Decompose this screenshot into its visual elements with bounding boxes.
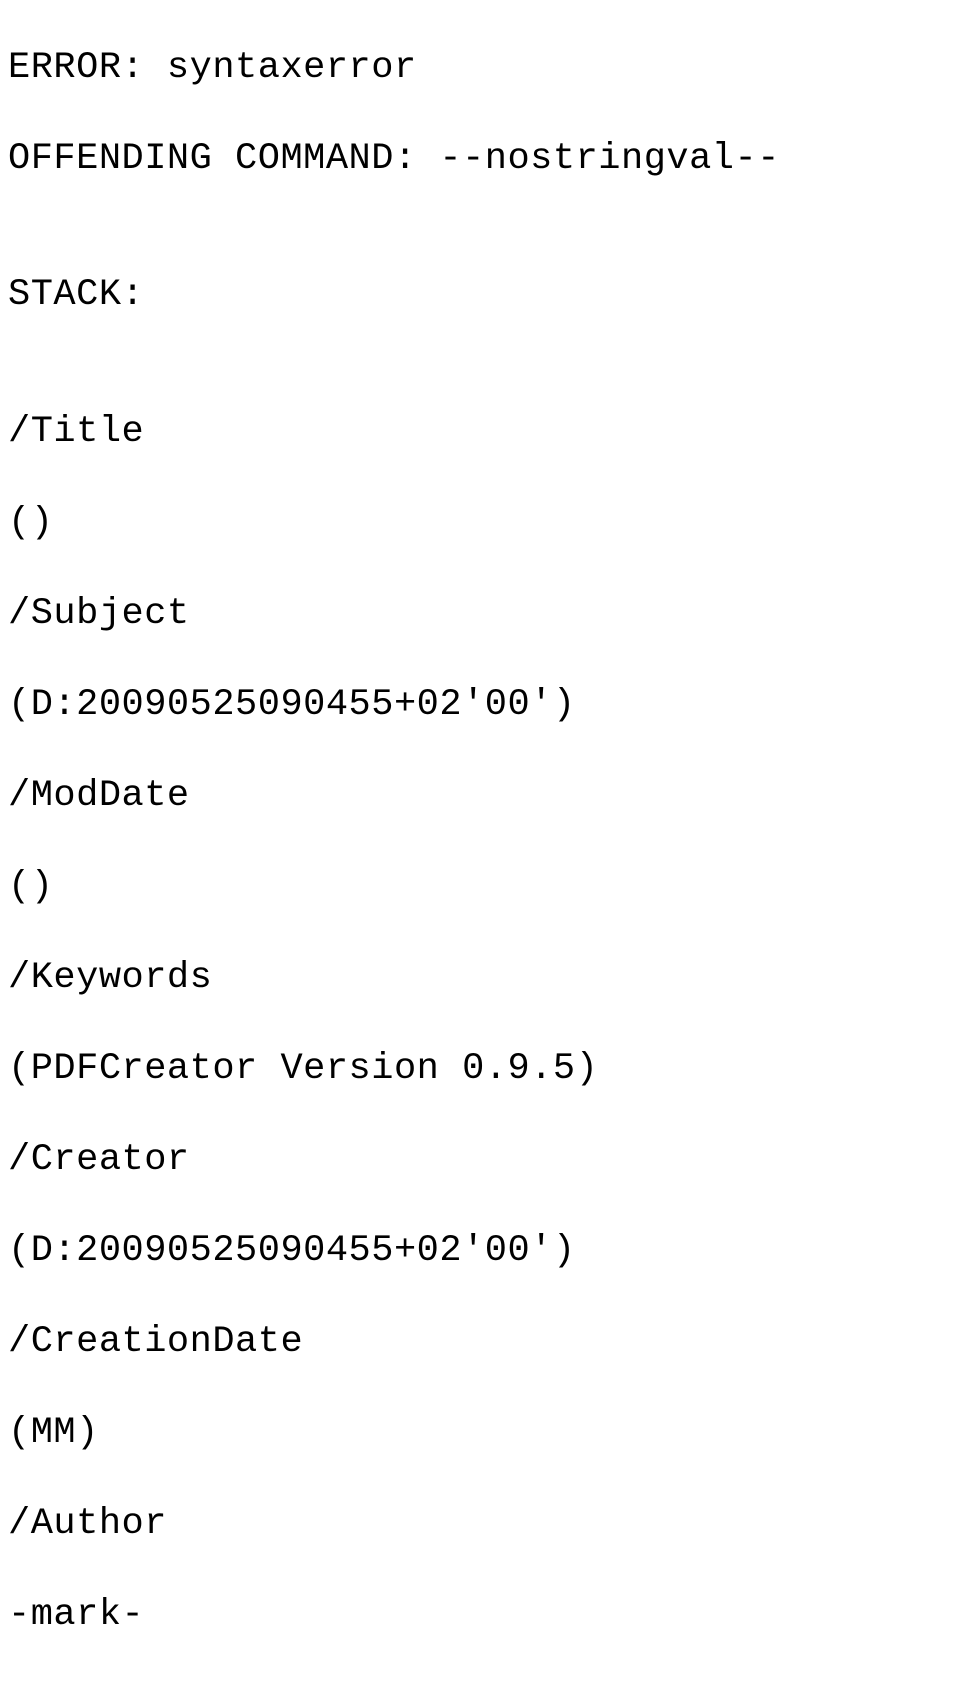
stack-key-creationdate: /CreationDate xyxy=(8,1320,952,1366)
stack-value-date: (D:20090525090455+02'00') xyxy=(8,1229,952,1275)
stack-key-author: /Author xyxy=(8,1502,952,1548)
stack-value-date: (D:20090525090455+02'00') xyxy=(8,683,952,729)
offending-command-line: OFFENDING COMMAND: --nostringval-- xyxy=(8,137,952,183)
stack-value-empty: () xyxy=(8,501,952,547)
stack-key-moddate: /ModDate xyxy=(8,774,952,820)
stack-value-empty: () xyxy=(8,865,952,911)
stack-value-pdfcreator: (PDFCreator Version 0.9.5) xyxy=(8,1047,952,1093)
error-line: ERROR: syntaxerror xyxy=(8,46,952,92)
stack-key-title: /Title xyxy=(8,410,952,456)
stack-value-mm: (MM) xyxy=(8,1411,952,1457)
stack-header-line: STACK: xyxy=(8,273,952,319)
stack-key-keywords: /Keywords xyxy=(8,956,952,1002)
error-dump-page: ERROR: syntaxerror OFFENDING COMMAND: --… xyxy=(0,0,960,1684)
stack-key-creator: /Creator xyxy=(8,1138,952,1184)
stack-key-subject: /Subject xyxy=(8,592,952,638)
stack-mark-line: -mark- xyxy=(8,1593,952,1639)
